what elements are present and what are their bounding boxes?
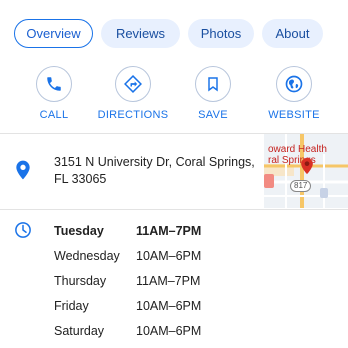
hours-time: 11AM–7PM [136,224,202,238]
hours-day: Tuesday [54,224,104,238]
map-marker-icon [301,157,313,175]
call-button[interactable]: CALL [14,66,94,121]
hours-day: Thursday [54,274,107,288]
hours-day: Friday [54,299,89,313]
call-button-circle[interactable] [36,66,72,102]
tab-reviews[interactable]: Reviews [101,19,180,48]
map-label-line-1: oward Health [268,144,327,155]
call-label: CALL [39,109,69,121]
directions-label: DIRECTIONS [97,109,169,121]
bookmark-icon [208,77,218,92]
directions-button[interactable]: DIRECTIONS [93,66,173,121]
divider [0,209,348,210]
hours-list[interactable]: Tuesday 11AM–7PM Wednesday 10AM–6PM Thur… [54,222,201,347]
tab-about[interactable]: About [262,19,323,48]
address-line-1: 3151 N University Dr, Coral Springs, [54,155,255,169]
website-label: WEBSITE [268,109,320,121]
action-bar: CALL DIRECTIONS SAVE WEBSITE [0,66,348,124]
phone-icon [47,77,61,91]
tab-photos[interactable]: Photos [188,19,254,48]
website-button[interactable]: WEBSITE [254,66,334,121]
hours-row: Saturday 10AM–6PM [54,322,201,347]
tab-overview[interactable]: Overview [14,19,93,48]
route-badge: 817 [290,180,312,192]
hours-time: 10AM–6PM [136,299,202,313]
save-button-circle[interactable] [195,66,231,102]
save-button[interactable]: SAVE [173,66,253,121]
hours-day: Wednesday [54,249,120,263]
hours-time: 10AM–6PM [136,324,202,338]
tab-bar: Overview Reviews Photos About [14,19,323,48]
directions-icon [124,75,142,93]
location-pin-icon [16,160,30,180]
hours-time: 10AM–6PM [136,249,202,263]
hours-day: Saturday [54,324,105,338]
address-line-2: FL 33065 [54,172,107,186]
clock-icon [15,222,31,238]
website-button-circle[interactable] [276,66,312,102]
hours-time: 11AM–7PM [136,274,201,288]
hours-row: Friday 10AM–6PM [54,297,201,322]
hours-row: Tuesday 11AM–7PM [54,222,201,247]
hours-row: Wednesday 10AM–6PM [54,247,201,272]
address-text[interactable]: 3151 N University Dr, Coral Springs, FL … [54,154,259,188]
map-thumbnail[interactable]: oward Health ral Springs 817 [264,134,348,208]
directions-button-circle[interactable] [115,66,151,102]
save-label: SAVE [198,109,228,121]
hours-row: Thursday 11AM–7PM [54,272,201,297]
globe-icon [285,75,303,93]
